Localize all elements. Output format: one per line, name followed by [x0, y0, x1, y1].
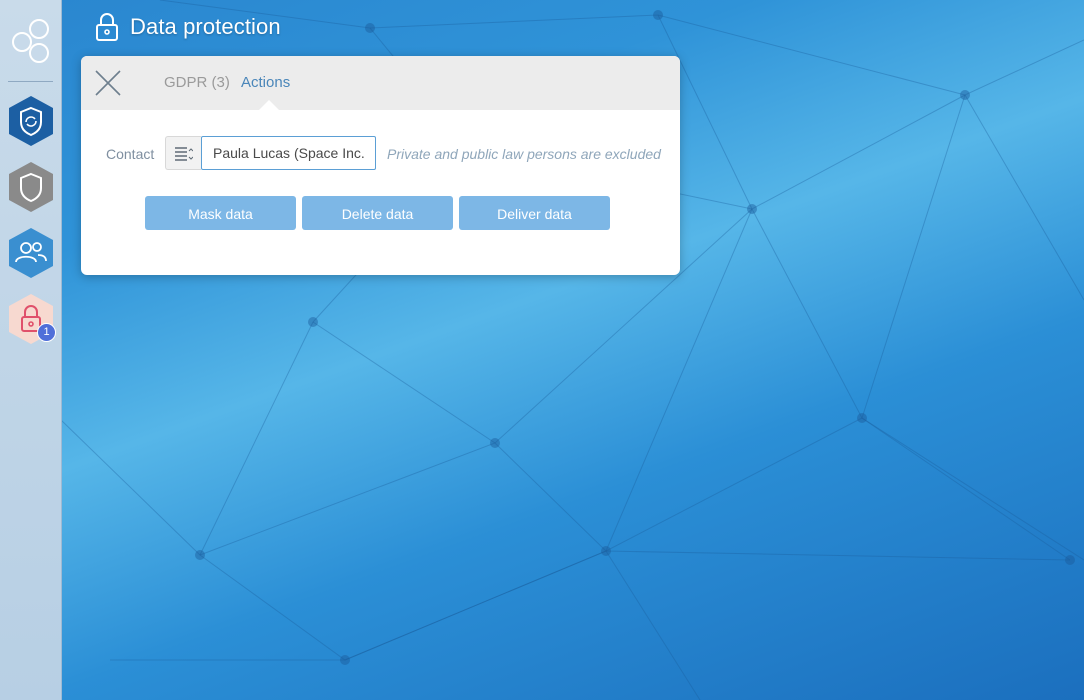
shield-icon: [9, 162, 53, 212]
mask-data-button[interactable]: Mask data: [145, 196, 296, 230]
sidebar-divider: [8, 81, 53, 82]
contact-field[interactable]: [201, 136, 376, 170]
sidebar: 1: [0, 0, 62, 700]
tab-actions[interactable]: Actions: [241, 74, 290, 91]
hexagon-cluster-logo[interactable]: [8, 16, 54, 64]
delete-data-button[interactable]: Delete data: [302, 196, 453, 230]
padlock-icon: [96, 13, 118, 41]
notification-badge: 1: [37, 323, 56, 342]
sidebar-item-users[interactable]: [5, 227, 57, 279]
tab-gdpr[interactable]: GDPR (3): [164, 74, 230, 91]
deliver-data-button[interactable]: Deliver data: [459, 196, 610, 230]
page-title: Data protection: [130, 14, 281, 39]
exclusion-hint: Private and public law persons are exclu…: [387, 146, 661, 162]
sidebar-item-shield[interactable]: [5, 161, 57, 213]
users-icon: [9, 228, 53, 278]
shield-sync-icon: [9, 96, 53, 146]
active-tab-pointer: [259, 100, 279, 110]
contact-list-button[interactable]: [165, 136, 201, 170]
contact-label: Contact: [106, 146, 155, 162]
list-icon: [175, 147, 193, 161]
sidebar-item-shield-sync[interactable]: [5, 95, 57, 147]
panel-header: GDPR (3) Actions: [81, 56, 680, 110]
page-header: Data protection: [94, 10, 281, 44]
close-icon[interactable]: [95, 70, 121, 96]
data-protection-panel: GDPR (3) Actions Contact Private and pub…: [81, 56, 680, 275]
